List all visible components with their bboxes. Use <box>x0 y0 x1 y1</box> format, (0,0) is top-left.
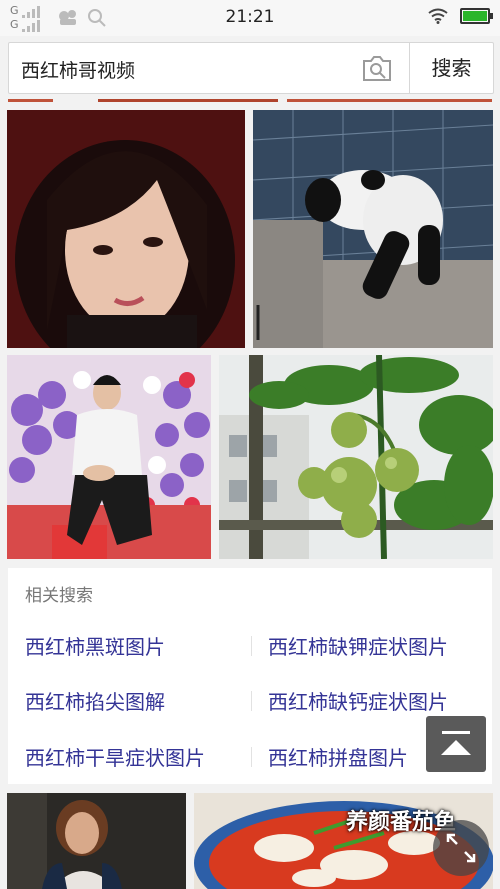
scroll-to-top-button[interactable] <box>426 716 486 772</box>
related-search-link[interactable]: 西红柿掐尖图解 <box>25 686 165 715</box>
image-strip-edge <box>98 99 278 102</box>
image-result-man-balloons[interactable] <box>7 355 211 559</box>
clock: 21:21 <box>225 7 275 27</box>
image-result-tomato-plant[interactable] <box>219 355 493 559</box>
image-result-woman[interactable] <box>7 793 186 889</box>
arrow-up-icon <box>441 731 471 755</box>
search-button[interactable]: 搜索 <box>410 43 493 93</box>
related-search-link[interactable]: 西红柿黑斑图片 <box>25 631 165 660</box>
camera-search-icon[interactable] <box>361 53 393 83</box>
related-search-link[interactable]: 西红柿干旱症状图片 <box>25 742 205 771</box>
wifi-icon <box>428 8 448 24</box>
related-searches: 相关搜索 西红柿黑斑图片 西红柿缺钾症状图片 西红柿掐尖图解 西红柿缺钙症状图片… <box>8 568 492 784</box>
column-divider <box>251 747 252 767</box>
search-bar: 西红柿哥视频 搜索 <box>8 42 494 94</box>
fullscreen-button[interactable] <box>433 820 489 876</box>
related-search-link[interactable]: 西红柿缺钙症状图片 <box>268 686 448 715</box>
image-strip-edge <box>287 99 492 102</box>
image-result-portrait[interactable] <box>7 110 245 348</box>
column-divider <box>251 691 252 711</box>
related-search-link[interactable]: 西红柿拼盘图片 <box>268 742 408 771</box>
status-right <box>428 8 493 24</box>
battery-icon <box>460 8 493 24</box>
image-strip-edge <box>8 99 53 102</box>
expand-icon <box>446 833 476 863</box>
status-bar: G G 21:21 <box>0 0 500 36</box>
related-search-link[interactable]: 西红柿缺钾症状图片 <box>268 631 448 660</box>
column-divider <box>251 636 252 656</box>
search-input[interactable]: 西红柿哥视频 <box>21 56 135 83</box>
related-searches-title: 相关搜索 <box>25 586 93 606</box>
image-result-panda-building[interactable] <box>253 110 493 348</box>
